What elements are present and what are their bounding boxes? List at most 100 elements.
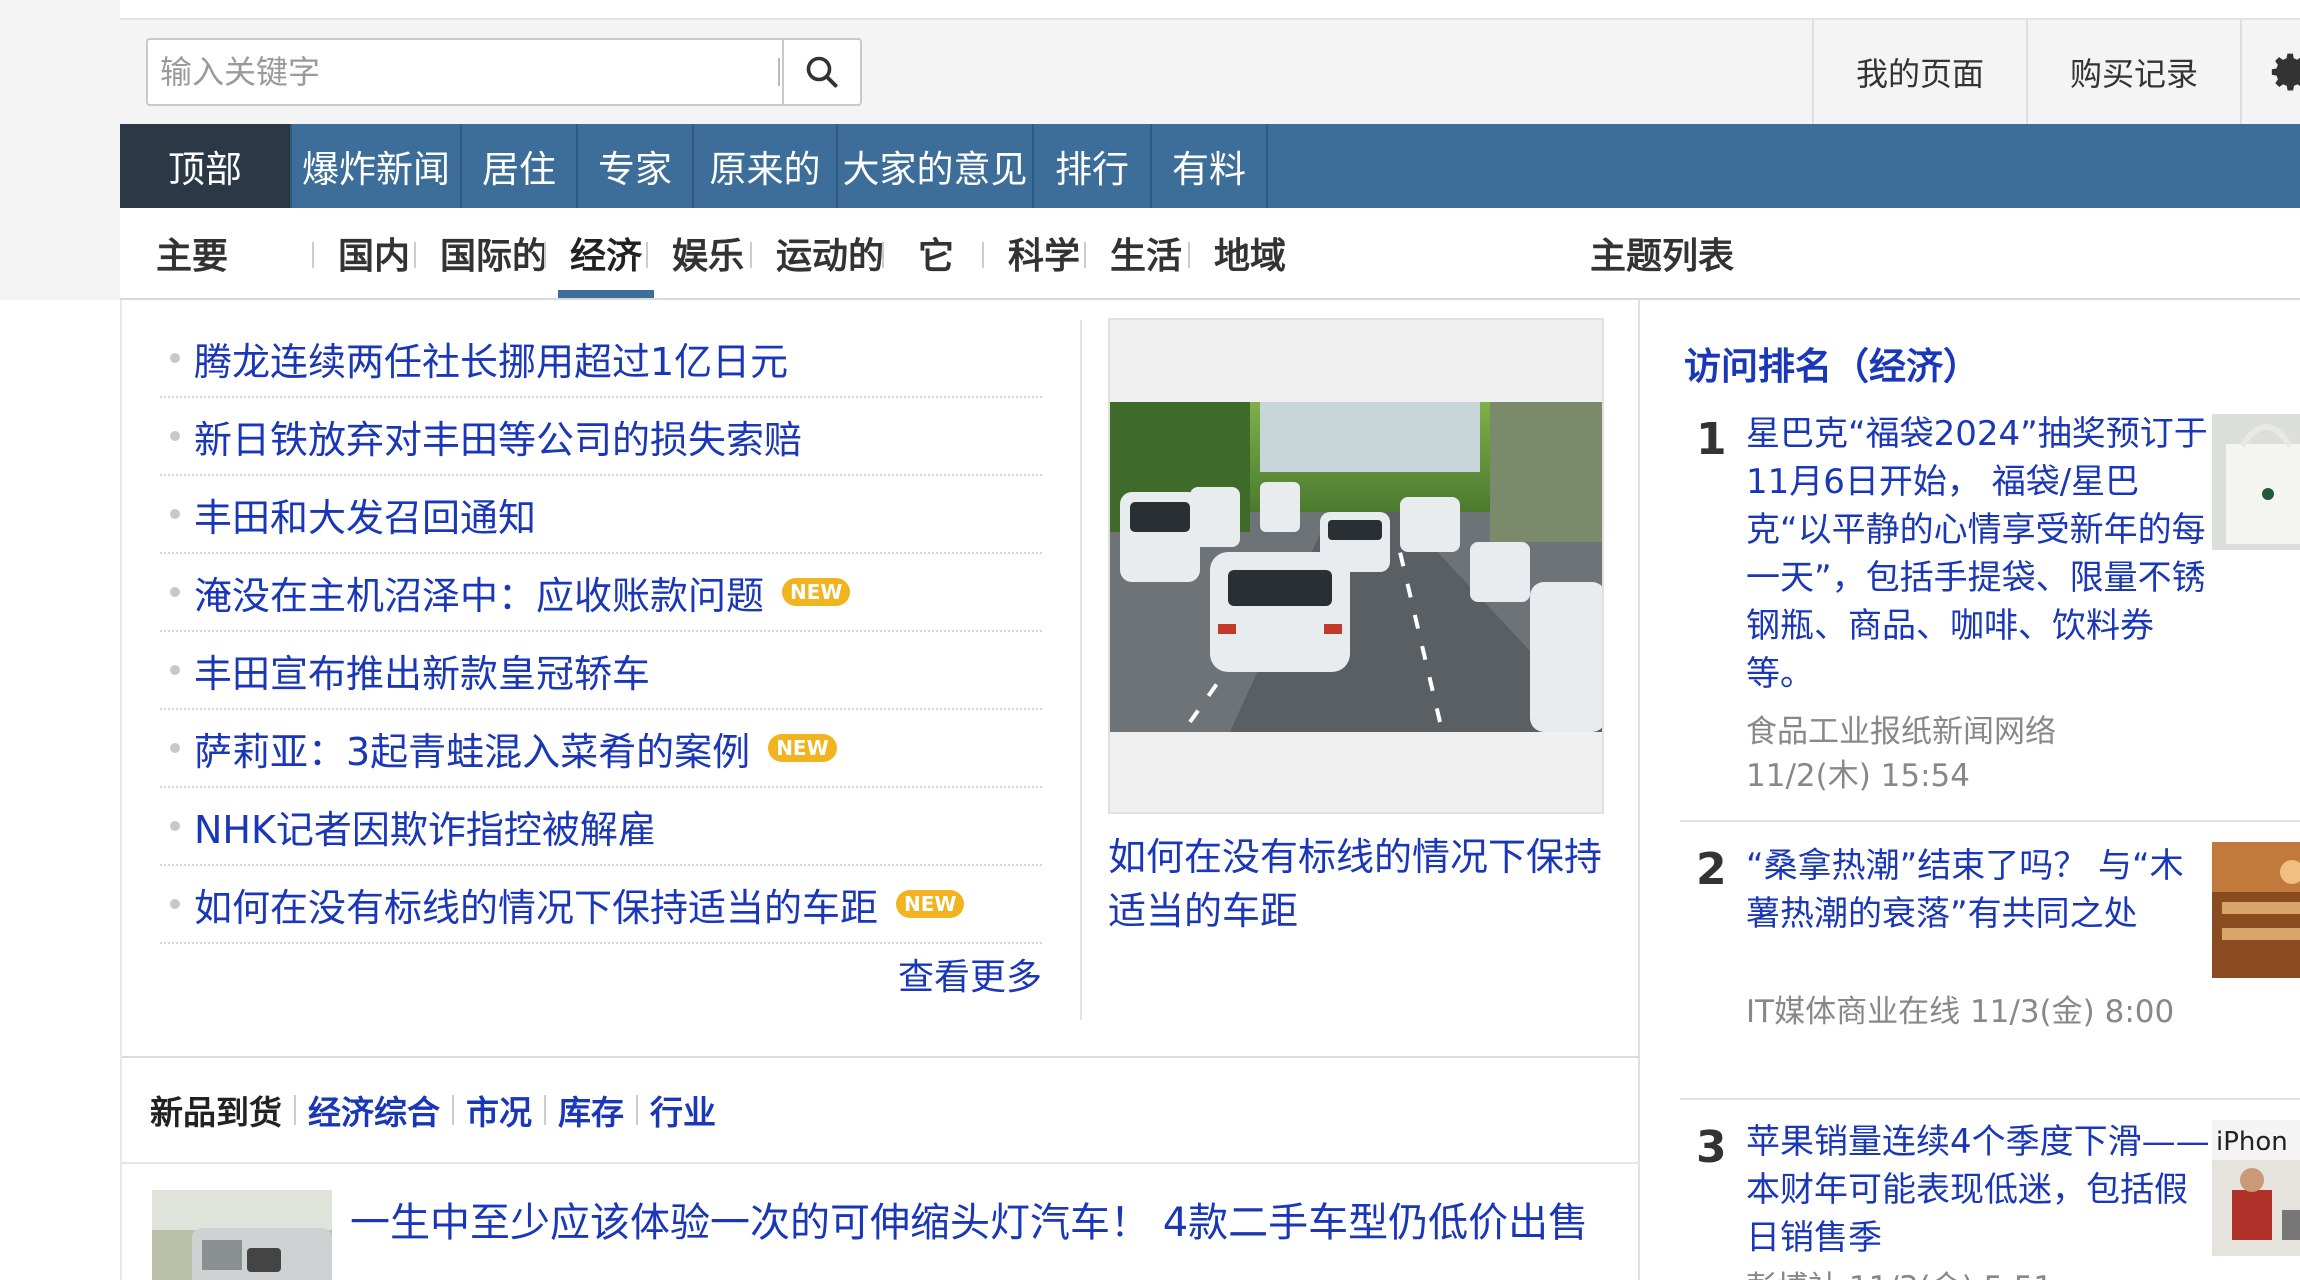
- headline-item[interactable]: 淹没在主机沼泽中：应收账款问题 NEW: [160, 554, 1042, 632]
- headline-text: 淹没在主机沼泽中：应收账款问题: [194, 573, 765, 618]
- sub-nav-separator: [414, 242, 416, 268]
- headline-item[interactable]: 丰田和大发召回通知: [160, 476, 1042, 554]
- search-button[interactable]: [782, 38, 862, 106]
- sub-nav-science[interactable]: 科学: [1008, 208, 1080, 298]
- new-badge: NEW: [768, 734, 837, 762]
- main-nav-ranking[interactable]: 排行: [1034, 124, 1152, 208]
- headline-text: 丰田宣布推出新款皇冠轿车: [194, 651, 651, 696]
- bullet-icon: [170, 821, 180, 831]
- sub-nav-main[interactable]: 主要: [156, 208, 228, 298]
- sub-nav: 主要 国内 国际的 经济 娱乐 运动的 它 科学 生活 地域 主题列表: [120, 208, 2300, 300]
- ranking-thumbnail[interactable]: iPhon: [2212, 1120, 2300, 1256]
- category-separator: [636, 1095, 638, 1125]
- ranking-time: 11/3(金) 8:00: [1969, 994, 2175, 1030]
- sub-nav-separator: [982, 242, 984, 268]
- ranking-number: 3: [1696, 1122, 1727, 1173]
- category-link-market[interactable]: 市况: [466, 1086, 532, 1134]
- headline-item[interactable]: 如何在没有标线的情况下保持适当的车距 NEW: [160, 866, 1042, 944]
- section-divider: [122, 1162, 1640, 1164]
- sub-nav-entertainment[interactable]: 娱乐: [672, 208, 744, 298]
- svg-text:iPhon: iPhon: [2216, 1127, 2288, 1157]
- main-nav-spacer: [1268, 124, 2300, 208]
- bullet-icon: [170, 743, 180, 753]
- sub-nav-separator: [544, 242, 546, 268]
- page: 我的页面 购买记录 顶部 爆炸新闻 居住 专家 原来的 大家的意见 排行 有料 …: [120, 0, 2300, 1280]
- category-link-economy-general[interactable]: 经济综合: [308, 1086, 440, 1134]
- category-links: 新品到货 经济综合 市况 库存 行业: [150, 1086, 716, 1134]
- ranking-source: 食品工业报纸新闻网络: [1746, 714, 2056, 750]
- category-link-industry[interactable]: 行业: [650, 1086, 716, 1134]
- headline-item[interactable]: 萨莉亚：3起青蛙混入菜肴的案例 NEW: [160, 710, 1042, 788]
- sub-nav-international[interactable]: 国际的: [440, 208, 548, 298]
- traffic-photo: [1110, 402, 1602, 732]
- bullet-icon: [170, 353, 180, 363]
- sub-nav-separator: [1188, 242, 1190, 268]
- new-badge: NEW: [896, 890, 965, 918]
- article-title[interactable]: 一生中至少应该体验一次的可伸缩头灯汽车！ 4款二手车型仍低价出售: [350, 1196, 1630, 1250]
- sauna-image: [2212, 842, 2300, 978]
- ranking-thumbnail[interactable]: [2212, 414, 2300, 550]
- topic-list-link[interactable]: 主题列表: [1590, 208, 1734, 298]
- category-link-stocks[interactable]: 库存: [558, 1086, 624, 1134]
- sub-nav-other[interactable]: 它: [918, 208, 954, 298]
- top-bar: 我的页面 购买记录: [120, 18, 2300, 124]
- article-thumbnail[interactable]: [152, 1190, 332, 1280]
- main-column: 腾龙连续两任社长挪用超过1亿日元 新日铁放弃对丰田等公司的损失索赔 丰田和大发召…: [120, 300, 1640, 1280]
- settings-button[interactable]: [2240, 20, 2300, 124]
- feature-image[interactable]: [1108, 318, 1604, 814]
- category-separator: [294, 1095, 296, 1125]
- category-separator: [544, 1095, 546, 1125]
- search-icon: [806, 56, 838, 88]
- headline-item[interactable]: 新日铁放弃对丰田等公司的损失索赔: [160, 398, 1042, 476]
- ranking-thumbnail[interactable]: [2212, 842, 2300, 978]
- sub-nav-separator: [1084, 242, 1086, 268]
- main-nav-experts[interactable]: 专家: [578, 124, 694, 208]
- sub-nav-region[interactable]: 地域: [1214, 208, 1286, 298]
- ranking-item: 3 苹果销量连续4个季度下滑——本财年可能表现低迷，包括假日销售季 彭博社 11…: [1680, 1100, 2300, 1280]
- gear-icon: [2271, 53, 2300, 91]
- headline-item[interactable]: 丰田宣布推出新款皇冠轿车: [160, 632, 1042, 710]
- ranking-title: 访问排名（经济）: [1684, 345, 1980, 388]
- section-divider: [122, 1056, 1640, 1058]
- bullet-icon: [170, 665, 180, 675]
- sub-nav-economy[interactable]: 经济: [557, 208, 655, 298]
- ranking-headline[interactable]: 星巴克“福袋2024”抽奖预订于11月6日开始， 福袋/星巴克“以平静的心情享受…: [1746, 410, 2216, 698]
- sub-nav-life[interactable]: 生活: [1110, 208, 1182, 298]
- search-box: [146, 38, 862, 106]
- main-nav-original[interactable]: 原来的: [694, 124, 838, 208]
- main-nav-paid[interactable]: 有料: [1152, 124, 1268, 208]
- ranking-source: 彭博社: [1746, 1270, 1839, 1280]
- my-page-link[interactable]: 我的页面: [1811, 20, 2026, 124]
- headline-item[interactable]: NHK记者因欺诈指控被解雇: [160, 788, 1042, 866]
- sub-nav-domestic[interactable]: 国内: [338, 208, 410, 298]
- feature-caption[interactable]: 如何在没有标线的情况下保持适当的车距: [1108, 830, 1608, 938]
- headline-text: 新日铁放弃对丰田等公司的损失索赔: [194, 417, 803, 462]
- main-nav-breaking[interactable]: 爆炸新闻: [292, 124, 462, 208]
- ranking-item: 2 “桑拿热潮”结束了吗？ 与“木薯热潮的衰落”有共同之处 IT媒体商业在线 1…: [1680, 822, 2300, 1100]
- purchase-history-link[interactable]: 购买记录: [2025, 20, 2240, 124]
- main-nav-opinions[interactable]: 大家的意见: [838, 124, 1034, 208]
- ranking-headline[interactable]: “桑拿热潮”结束了吗？ 与“木薯热潮的衰落”有共同之处: [1746, 842, 2216, 938]
- category-separator: [452, 1095, 454, 1125]
- headline-text: NHK记者因欺诈指控被解雇: [194, 807, 656, 852]
- headline-text: 如何在没有标线的情况下保持适当的车距: [194, 885, 879, 930]
- search-divider: [778, 58, 780, 86]
- headline-text: 丰田和大发召回通知: [194, 495, 537, 540]
- search-input[interactable]: [146, 38, 782, 106]
- main-nav-living[interactable]: 居住: [462, 124, 578, 208]
- bullet-icon: [170, 431, 180, 441]
- see-more-link[interactable]: 查看更多: [160, 948, 1042, 1000]
- ranking-headline[interactable]: 苹果销量连续4个季度下滑——本财年可能表现低迷，包括假日销售季: [1746, 1118, 2216, 1262]
- bullet-icon: [170, 587, 180, 597]
- headline-item[interactable]: 腾龙连续两任社长挪用超过1亿日元: [160, 320, 1042, 398]
- bullet-icon: [170, 899, 180, 909]
- page-background: [0, 0, 120, 300]
- sub-nav-separator: [750, 242, 752, 268]
- tote-bag-image: [2212, 414, 2300, 550]
- main-nav-top[interactable]: 顶部: [120, 124, 292, 208]
- ranking-time: 11/2(木) 15:54: [1746, 758, 1970, 794]
- top-links: 我的页面 购买记录: [1811, 20, 2300, 124]
- sub-nav-sports[interactable]: 运动的: [776, 208, 884, 298]
- column-divider: [1080, 320, 1082, 1020]
- ranking-time: 11/3(金) 5:51: [1849, 1270, 2053, 1280]
